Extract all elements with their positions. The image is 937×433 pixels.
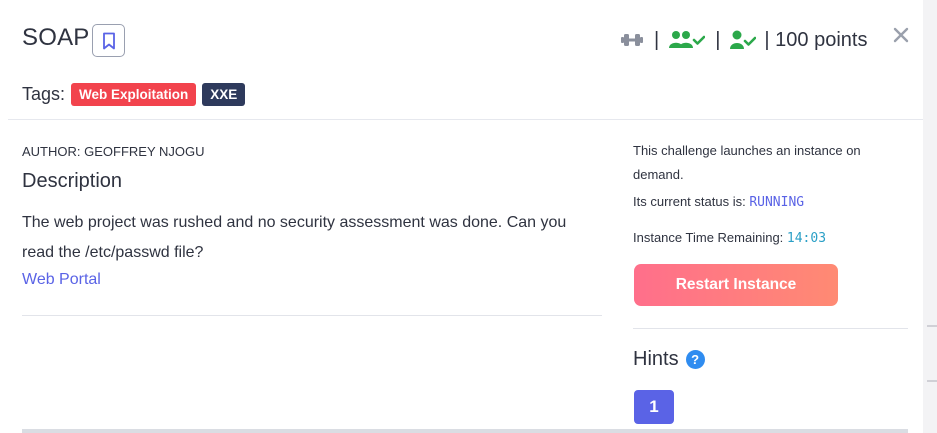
status-label: Its current status is: <box>633 194 750 209</box>
tags-row: Tags: Web Exploitation XXE <box>22 82 251 106</box>
points-label: | 100 points <box>764 28 868 51</box>
challenge-stats: | | | 100 points <box>620 27 867 53</box>
challenge-title: SOAP <box>22 24 90 51</box>
users-check-icon <box>669 30 706 50</box>
close-button[interactable] <box>890 24 912 46</box>
dumbbell-icon <box>620 32 644 48</box>
close-icon <box>893 27 909 43</box>
challenge-modal: SOAP | | | 100 points Tags: Web Exploita… <box>0 0 923 433</box>
description-heading: Description <box>22 170 123 192</box>
instance-info-text: This challenge launches an instance on d… <box>633 143 861 182</box>
description-text: The web project was rushed and no securi… <box>22 214 567 261</box>
gutter-mark <box>927 380 937 382</box>
web-portal-link[interactable]: Web Portal <box>22 271 101 289</box>
timer-value: 14:03 <box>786 231 827 246</box>
gutter-mark <box>927 325 937 327</box>
scroll-edge-bar <box>22 429 908 433</box>
instance-timer: Instance Time Remaining: 14:03 <box>633 230 826 246</box>
hints-divider <box>633 328 908 329</box>
tag-web-exploitation[interactable]: Web Exploitation <box>71 82 197 106</box>
header-divider <box>8 119 923 120</box>
bookmark-button[interactable] <box>92 24 125 57</box>
user-check-icon <box>730 30 757 50</box>
restart-instance-button[interactable]: Restart Instance <box>634 264 838 306</box>
page-scrollbar-gutter[interactable] <box>923 0 937 433</box>
hint-1-button[interactable]: 1 <box>634 390 674 424</box>
stats-separator: | <box>654 28 660 51</box>
author-label: AUTHOR: GEOFFREY NJOGU <box>22 144 205 159</box>
stats-separator: | <box>715 28 721 51</box>
tag-xxe[interactable]: XXE <box>202 82 246 106</box>
hints-section: Hints ? <box>633 348 705 371</box>
bookmark-icon <box>102 32 115 49</box>
status-value: RUNNING <box>749 195 805 210</box>
timer-label: Instance Time Remaining: <box>633 230 787 245</box>
description-divider <box>22 315 602 316</box>
question-circle-icon[interactable]: ? <box>685 350 705 369</box>
instance-status: Its current status is: RUNNING <box>633 194 804 210</box>
hints-heading: Hints <box>633 348 679 370</box>
tags-label: Tags: <box>22 83 66 104</box>
